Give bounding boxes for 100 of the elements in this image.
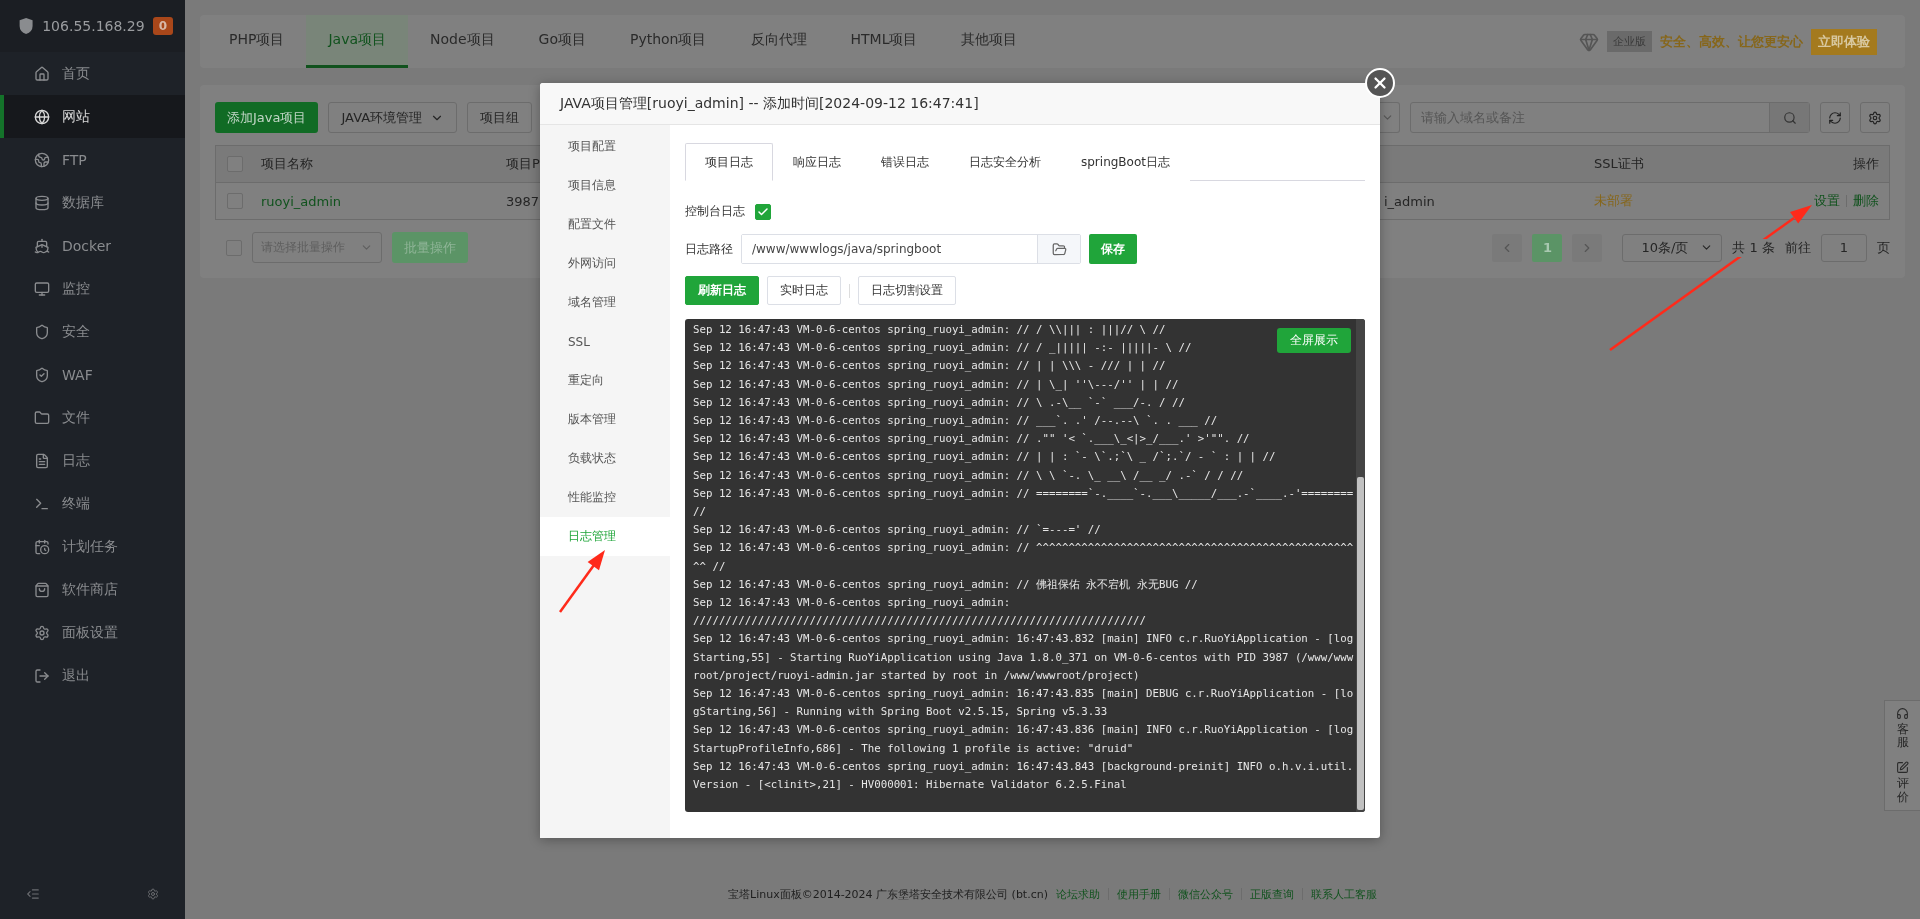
dialog-menu-item[interactable]: 负载状态 — [540, 439, 670, 478]
sidebar-label: 面板设置 — [62, 623, 118, 642]
log-line: Sep 12 16:47:43 VM-0-6-centos spring_ruoyi_admin: 16:47:43.832 [main] INFO c.r.RuoYiApplication - [logStarting,55] - Starting RuoYiApplication using Java 1.8.0_371 on VM-0-6-centos with PID 3987 (/www/wwwroot/project/ruoyi-admin.jar started by root in /www/wwwroot/project) — [693, 631, 1355, 684]
settings-icon[interactable] — [147, 888, 159, 900]
collapse-icon[interactable] — [26, 887, 40, 901]
table-cell: 3987 — [506, 193, 540, 209]
dialog-menu-item[interactable]: 日志管理 — [540, 517, 670, 556]
sidebar-label: WAF — [62, 366, 93, 383]
log-tab[interactable]: 项目日志 — [685, 143, 773, 181]
log-line: Sep 12 16:47:43 VM-0-6-centos spring_ruoyi_admin: // `=---=' // — [693, 522, 1101, 539]
sidebar-item[interactable]: 监控 — [0, 267, 185, 310]
search-icon — [1782, 110, 1797, 125]
log-line: Sep 12 16:47:43 VM-0-6-centos spring_ruoyi_admin: // | | \\\ - /// | | // — [693, 358, 1166, 375]
total-count: 共 1 条 — [1732, 238, 1775, 257]
project-tab[interactable]: Python项目 — [607, 15, 729, 68]
sidebar-item[interactable]: 软件商店 — [0, 568, 185, 611]
log-action-button[interactable]: 日志切割设置 — [858, 276, 956, 305]
dialog-menu-item[interactable]: 外网访问 — [540, 244, 670, 283]
column-header: 项目名称 — [261, 155, 313, 173]
fullscreen-button[interactable]: 全屏展示 — [1277, 328, 1351, 353]
headset-icon[interactable] — [1896, 707, 1909, 720]
monitor-icon — [34, 280, 50, 297]
sidebar-item[interactable]: 面板设置 — [0, 611, 185, 654]
project-tab[interactable]: Node项目 — [408, 15, 517, 68]
project-tab[interactable]: 反向代理 — [728, 15, 829, 68]
log-line: Sep 12 16:47:43 VM-0-6-centos spring_ruoyi_admin: // / \\||| : |||// \ // — [693, 322, 1166, 338]
table-cell: i_admin — [1384, 193, 1435, 209]
log-path-label: 日志路径 — [685, 240, 733, 258]
sidebar-item[interactable]: FTP — [0, 138, 185, 181]
sidebar-item[interactable]: 首页 — [0, 52, 185, 95]
sidebar-label: 监控 — [62, 279, 90, 298]
close-button[interactable] — [1365, 68, 1395, 98]
dialog-menu-item[interactable]: SSL — [540, 322, 670, 361]
folder-icon — [34, 409, 50, 426]
settings-icon — [1868, 110, 1882, 125]
page-input[interactable]: 1 — [1821, 233, 1867, 262]
project-tab[interactable]: Go项目 — [516, 15, 608, 68]
sidebar-item[interactable]: WAF — [0, 353, 185, 396]
calendar-icon — [34, 538, 50, 555]
checkmark-icon — [757, 205, 769, 218]
sidebar-item[interactable]: 文件 — [0, 396, 185, 439]
copyright-text: 宝塔Linux面板©2014-2024 广东堡塔安全技术有限公司 (bt.cn) — [728, 886, 1048, 902]
refresh-button[interactable] — [1820, 102, 1850, 133]
log-line: Sep 12 16:47:43 VM-0-6-centos spring_ruoyi_admin: // \ .-\__ `-` ___/-. / // — [693, 394, 1185, 411]
home-icon — [34, 65, 50, 82]
sidebar-item[interactable]: 安全 — [0, 310, 185, 353]
service-link[interactable]: 客服 — [1896, 723, 1909, 750]
row-action-link[interactable]: 删除 — [1853, 192, 1879, 210]
sidebar-item[interactable]: 网站 — [0, 95, 185, 138]
log-line: Sep 12 16:47:43 VM-0-6-centos spring_ruoyi_admin: // 佛祖保佑 永不宕机 永无BUG // — [693, 576, 1198, 593]
sidebar-label: 安全 — [62, 322, 90, 341]
sidebar-item[interactable]: 数据库 — [0, 181, 185, 224]
log-line: Sep 12 16:47:43 VM-0-6-centos spring_ruoyi_admin: 16:47:43.835 [main] DEBUG c.r.RuoYiApplication - [logStarting,56] - Running with Spring Boot v2.5.15, Spring v5.3.33 — [693, 686, 1355, 721]
column-header: SSL证书 — [1594, 155, 1644, 173]
sidebar-item[interactable]: Docker — [0, 224, 185, 267]
dialog-menu-item[interactable]: 性能监控 — [540, 478, 670, 517]
sidebar-item[interactable]: 日志 — [0, 439, 185, 482]
sidebar-label: 数据库 — [62, 193, 104, 212]
dialog-menu-item[interactable]: 项目信息 — [540, 166, 670, 205]
edit-icon[interactable] — [1896, 761, 1909, 775]
promo-slogan: 安全、高效、让您更安心 — [1660, 32, 1803, 51]
log-line: Sep 12 16:47:43 VM-0-6-centos spring_ruoyi_admin: 16:47:43.843 [background-preinit] INFO o.h.v.i.util.Version - [<clinit>,21] - HV000001: Hibernate Validator 6.2.5.Final — [693, 758, 1355, 794]
scrollbar[interactable] — [1356, 319, 1365, 812]
sidebar-label: 退出 — [62, 666, 90, 685]
dialog-menu-item[interactable]: 版本管理 — [540, 400, 670, 439]
search-button[interactable] — [1769, 103, 1809, 132]
log-path-bar[interactable]: /www/wwwlogs/java/springboot — [741, 234, 1081, 264]
page-size-select[interactable]: 10条/页 — [1622, 233, 1723, 262]
sidebar-label: 终端 — [62, 494, 90, 513]
project-name-link[interactable]: ruoyi_admin — [261, 193, 342, 209]
dialog-menu-item[interactable]: 配置文件 — [540, 205, 670, 244]
sidebar-item[interactable]: 计划任务 — [0, 525, 185, 568]
ship-icon — [34, 237, 50, 254]
service-link[interactable]: 评价 — [1896, 777, 1909, 804]
log-line: Sep 12 16:47:43 VM-0-6-centos spring_ruoyi_admin: // ."" '< `.___\_<|>_/___.' >'"". // — [693, 431, 1250, 448]
browse-button[interactable] — [1037, 235, 1080, 263]
checkbox[interactable] — [755, 203, 771, 220]
settings-icon — [34, 624, 50, 641]
row-action-link[interactable]: 设置 — [1814, 192, 1840, 210]
dialog-menu-item[interactable]: 域名管理 — [540, 283, 670, 322]
project-group-button[interactable]: 项目组 — [467, 102, 533, 133]
sidebar-item[interactable]: 终端 — [0, 482, 185, 525]
project-tab[interactable]: HTML项目 — [828, 15, 940, 68]
add-project-button[interactable]: 添加Java项目 — [215, 102, 319, 133]
shield-logo-icon — [18, 15, 35, 37]
log-action-button[interactable]: 实时日志 — [767, 276, 841, 305]
sidebar-item[interactable]: 退出 — [0, 654, 185, 697]
project-tab[interactable]: PHP项目 — [207, 15, 307, 68]
log-action-button[interactable]: 刷新日志 — [685, 276, 759, 305]
save-button[interactable]: 保存 — [1089, 234, 1137, 264]
project-tab[interactable]: Java项目 — [306, 15, 408, 68]
environment-button[interactable]: JAVA环境管理 — [328, 102, 458, 133]
dialog-menu-item[interactable]: 重定向 — [540, 361, 670, 400]
globe-icon — [34, 151, 50, 168]
settings-button[interactable] — [1860, 102, 1890, 133]
column-header: 项目P — [506, 155, 540, 173]
dialog-menu-item[interactable]: 项目配置 — [540, 127, 670, 166]
log-line: Sep 12 16:47:43 VM-0-6-centos spring_ruoyi_admin: 16:47:43.836 [main] INFO c.r.RuoYiApplication - [logStartupProfileInfo,686] - The following 1 profile is active: "druid" — [693, 722, 1355, 757]
goto-label: 前往 — [1785, 238, 1811, 257]
project-tab[interactable]: 其他项目 — [939, 15, 1040, 68]
